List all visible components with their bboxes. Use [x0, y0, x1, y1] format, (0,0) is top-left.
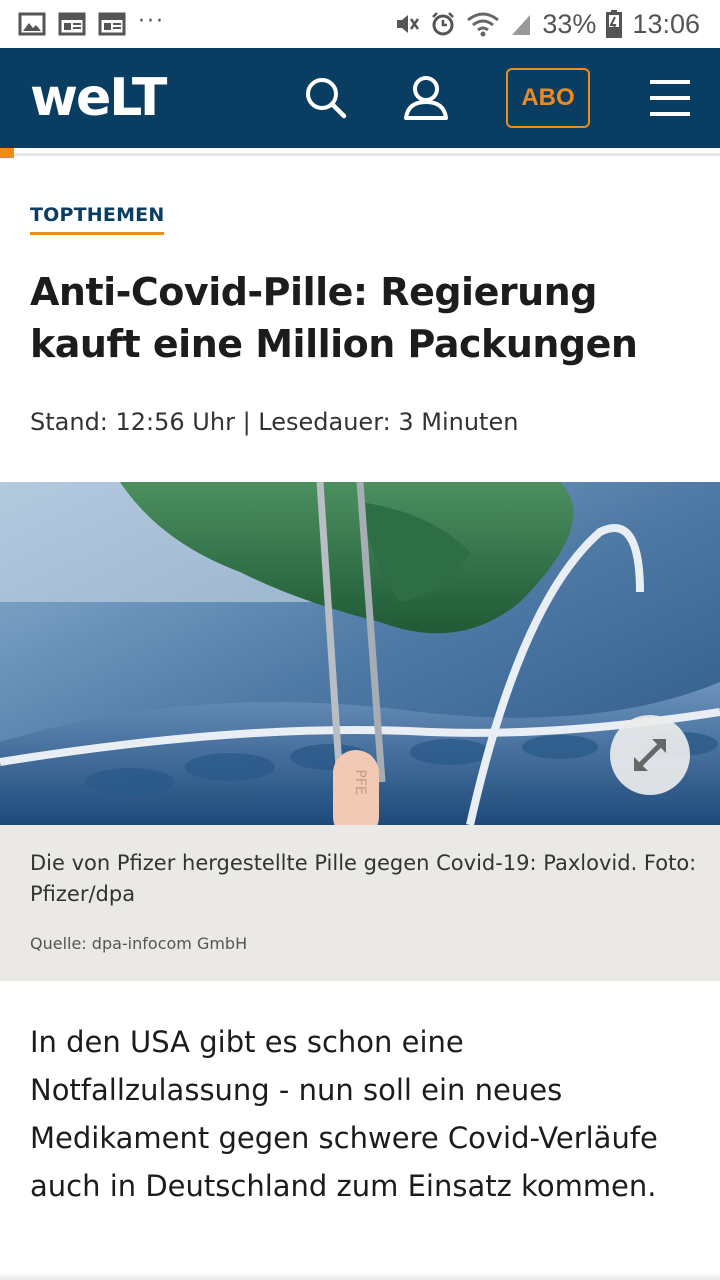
wifi-icon — [467, 12, 500, 37]
abo-button[interactable]: ABO — [506, 68, 590, 128]
reading-progress-fill — [0, 148, 15, 158]
gallery-icon — [18, 12, 46, 36]
user-icon[interactable] — [400, 72, 452, 124]
status-left: ··· — [18, 8, 165, 36]
signal-icon — [512, 15, 531, 35]
article-lead: In den USA gibt es schon eine Notfallzul… — [30, 1025, 658, 1203]
alarm-icon — [432, 12, 455, 36]
article-headline: Anti-Covid-Pille: Regierung kauft eine M… — [30, 270, 638, 366]
pill-photo: PFE — [0, 482, 720, 825]
image-caption: Die von Pfizer hergestellte Pille gegen … — [30, 851, 697, 906]
welt-logo[interactable]: weLT — [30, 72, 167, 124]
clock: 13:06 — [632, 8, 700, 39]
bottom-shadow — [0, 1272, 720, 1280]
status-right: 33% 13:06 — [394, 9, 700, 40]
article-image[interactable]: PFE — [0, 482, 720, 825]
pill-imprint: PFE — [352, 769, 368, 794]
mute-icon — [397, 15, 420, 33]
reading-progress-track — [14, 153, 720, 156]
site-header: weLT ABO — [0, 48, 720, 148]
battery-icon — [606, 10, 623, 38]
expand-image-button[interactable] — [610, 715, 690, 795]
newspaper-icon — [98, 12, 126, 36]
menu-icon[interactable] — [646, 76, 694, 120]
battery-percent: 33% — [542, 8, 597, 39]
news-icon — [58, 12, 86, 36]
search-icon[interactable] — [300, 72, 352, 124]
section-kicker[interactable]: TOPTHEMEN — [30, 204, 165, 235]
reading-progress-bar — [0, 148, 720, 158]
expand-icon — [634, 739, 666, 771]
status-bar: ··· 33% 13:06 — [0, 0, 720, 48]
more-dots-icon: ··· — [138, 8, 165, 34]
image-source: Quelle: dpa-infocom GmbH — [30, 934, 248, 953]
article-meta: Stand: 12:56 Uhr | Lesedauer: 3 Minuten — [30, 408, 519, 436]
